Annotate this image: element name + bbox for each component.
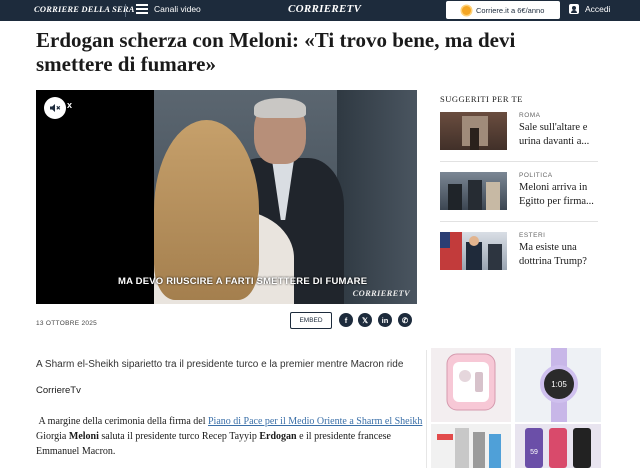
video-frame — [154, 90, 417, 304]
ad-divider — [426, 350, 427, 468]
body-bold: Meloni — [68, 431, 99, 442]
nav-divider — [125, 4, 126, 17]
video-watermark-logo: CORRIERETV — [352, 288, 410, 298]
peace-plan-link[interactable]: Piano di Pace per il Medio Oriente a Sha… — [208, 416, 422, 427]
hamburger-icon — [136, 4, 148, 14]
suggested-thumbnail — [440, 172, 507, 210]
menu-label: Canali video — [154, 4, 201, 14]
close-icon[interactable]: x — [67, 100, 72, 110]
publish-date: 13 OTTOBRE 2025 — [36, 320, 98, 327]
user-icon — [569, 4, 579, 14]
article-body: A margine della cerimonia della firma de… — [36, 414, 426, 459]
facebook-icon[interactable]: f — [339, 313, 353, 327]
suggested-category: POLITICA — [519, 172, 553, 179]
video-channels-menu-button[interactable]: Canali video — [136, 4, 201, 14]
brand-logo[interactable]: CORRIERE DELLA SERA — [34, 4, 135, 14]
article-summary: A Sharm el-Sheikh siparietto tra il pres… — [36, 359, 404, 370]
suggested-category: ESTERI — [519, 232, 546, 239]
article-source: CorriereTv — [36, 385, 81, 396]
corrieretv-logo[interactable]: CORRIERETV — [288, 3, 361, 15]
ad-tile-bands[interactable] — [431, 424, 511, 468]
ad-tile-watch[interactable]: 1:05 — [515, 348, 601, 422]
ad-tile-smartwatches[interactable]: 59 — [515, 424, 601, 468]
video-player[interactable]: x MA DEVO RIUSCIRE A FARTI SMETTERE DI F… — [36, 90, 417, 304]
suggested-item[interactable]: ESTERI Ma esiste una dottrina Trump? — [440, 232, 598, 282]
whatsapp-icon[interactable]: ✆ — [398, 313, 412, 327]
promo-label: Corriere.it a 6€/anno — [476, 5, 545, 15]
video-subtitle: MA DEVO RIUSCIRE A FARTI SMETTERE DI FUM… — [118, 276, 368, 287]
login-label: Accedi — [585, 4, 611, 14]
suggested-item[interactable]: ROMA Sale sull'altare e urina davanti a.… — [440, 112, 598, 162]
suggested-item[interactable]: POLITICA Meloni arriva in Egitto per fir… — [440, 172, 598, 222]
speaker-muted-icon[interactable] — [44, 97, 66, 119]
body-bold: Erdogan — [259, 431, 297, 442]
article-headline: Erdogan scherza con Meloni: «Ti trovo be… — [36, 28, 516, 76]
subscription-promo-button[interactable]: Corriere.it a 6€/anno — [446, 1, 560, 19]
body-text: Giorgia — [36, 431, 69, 442]
x-icon[interactable]: 𝕏 — [358, 313, 372, 327]
suggested-category: ROMA — [519, 112, 541, 119]
embed-button[interactable]: EMBED — [290, 312, 332, 329]
suggested-title-text: Ma esiste una dottrina Trump? — [519, 242, 587, 267]
suggested-title-text: Sale sull'altare e urina davanti a... — [519, 122, 590, 147]
login-button[interactable]: Accedi — [569, 4, 611, 14]
watch-time-2: 59 — [530, 449, 538, 456]
top-navigation-bar: CORRIERE DELLA SERA Canali video CORRIER… — [0, 0, 640, 21]
suggested-title: SUGGERITI PER TE — [440, 94, 523, 104]
suggested-title-text: Meloni arriva in Egitto per firma... — [519, 182, 594, 207]
body-text: saluta il presidente turco Recep Tayyip — [98, 431, 260, 442]
body-text: A margine della cerimonia della firma de… — [38, 416, 208, 427]
suggested-thumbnail — [440, 232, 507, 270]
linkedin-icon[interactable]: in — [378, 313, 392, 327]
suggested-thumbnail — [440, 112, 507, 150]
sun-icon — [462, 5, 471, 15]
ad-tile-case[interactable] — [431, 348, 511, 422]
watch-time-1: 1:05 — [551, 380, 567, 389]
